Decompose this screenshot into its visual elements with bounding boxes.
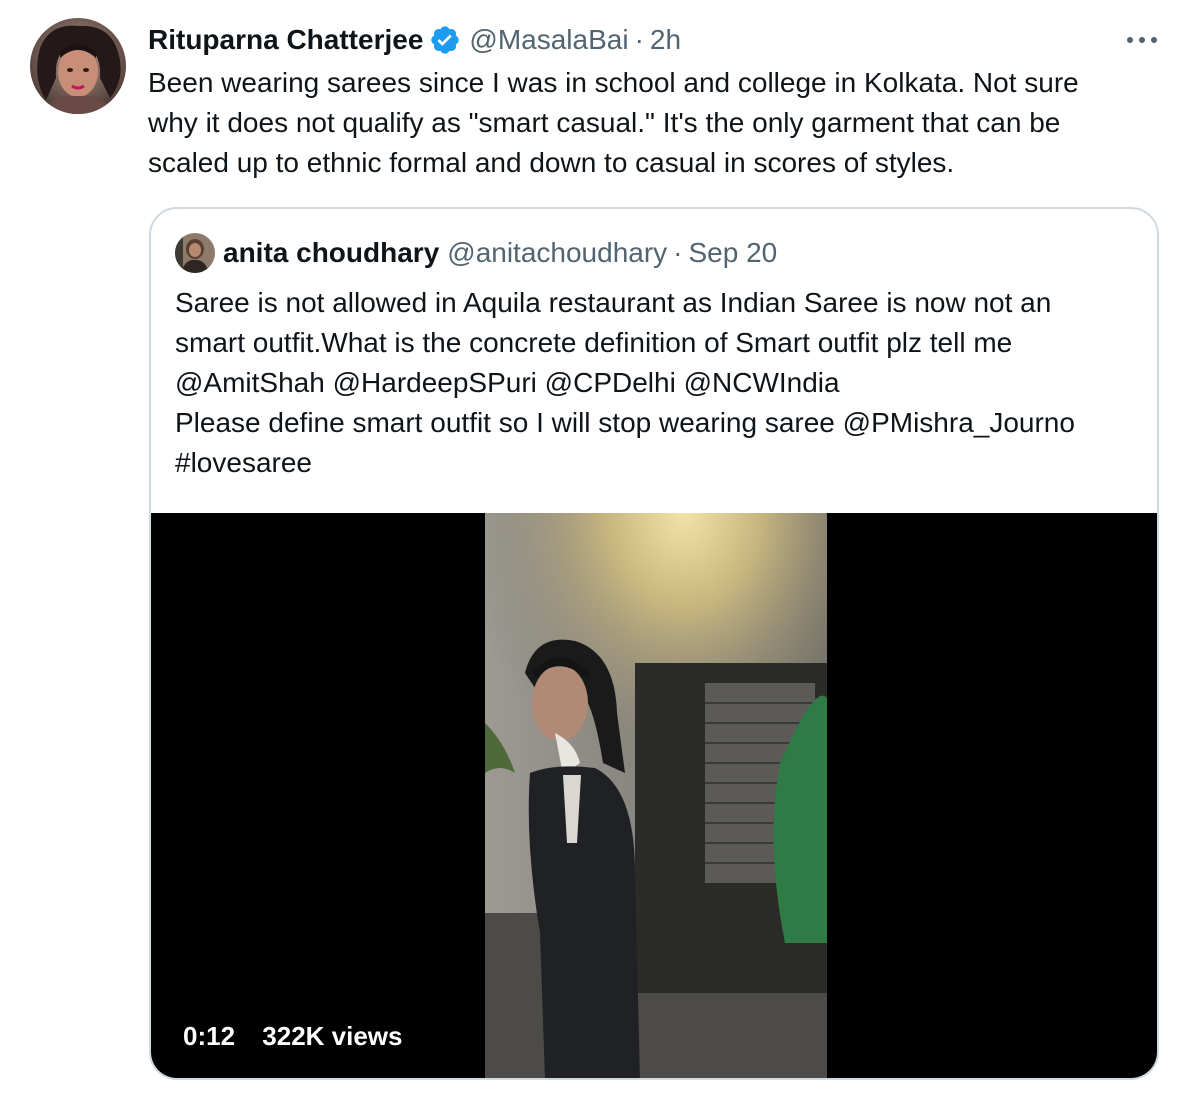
- author-avatar[interactable]: [30, 18, 126, 114]
- quoted-tweet-card[interactable]: anita choudhary @anitachoudhary · Sep 20…: [149, 207, 1159, 1080]
- tweet-header: Rituparna Chatterjee @MasalaBai · 2h: [148, 22, 681, 58]
- header-separator: ·: [634, 24, 644, 55]
- quoted-tweet-timestamp[interactable]: Sep 20: [689, 237, 778, 269]
- tweet-timestamp[interactable]: 2h: [650, 22, 681, 58]
- video-meta: 0:12 322K views: [183, 1021, 403, 1052]
- more-options-icon[interactable]: [1124, 28, 1160, 52]
- quoted-author-handle[interactable]: @anitachoudhary: [447, 237, 667, 269]
- author-handle[interactable]: @MasalaBai: [469, 22, 628, 58]
- tweet-text: Been wearing sarees since I was in schoo…: [148, 67, 1079, 178]
- verified-badge-icon: [429, 24, 461, 56]
- quoted-author-name[interactable]: anita choudhary: [223, 237, 439, 269]
- video-duration: 0:12: [183, 1021, 236, 1051]
- quoted-tweet-header: anita choudhary @anitachoudhary · Sep 20: [175, 233, 777, 273]
- quoted-author-avatar[interactable]: [175, 233, 215, 273]
- author-avatar-image: [30, 18, 126, 114]
- video-frame-image: [485, 513, 827, 1078]
- author-name[interactable]: Rituparna Chatterjee: [148, 22, 423, 58]
- quoted-tweet-text: Saree is not allowed in Aquila restauran…: [175, 287, 1075, 478]
- video-player[interactable]: 0:12 322K views: [151, 513, 1157, 1078]
- quoted-header-separator: ·: [673, 237, 683, 268]
- video-view-count: 322K views: [262, 1021, 403, 1051]
